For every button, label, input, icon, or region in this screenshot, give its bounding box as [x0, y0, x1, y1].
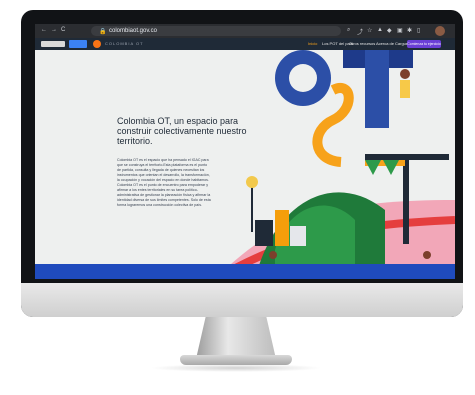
reload-icon[interactable]: C — [61, 27, 65, 33]
address-bar[interactable]: 🔒 colombiaot.gov.co — [91, 26, 341, 36]
crane-mast — [403, 154, 409, 244]
house-1 — [255, 220, 273, 246]
brand-text[interactable]: COLOMBIA OT — [105, 41, 144, 46]
pin-icon[interactable]: ✱ — [407, 27, 412, 34]
climber-head — [400, 69, 410, 79]
star-icon[interactable]: ☆ — [367, 27, 372, 34]
browser-chrome: ← → C 🔒 colombiaot.gov.co ⌕ ⤴ ☆ ▲ ◆ ▣ ✱ … — [35, 24, 455, 38]
extension-icon[interactable]: ◆ — [387, 27, 392, 34]
letter-t-stem — [365, 50, 389, 128]
drive-icon[interactable]: ▲ — [377, 27, 383, 33]
nav-inicio[interactable]: Inicio — [308, 41, 317, 46]
screen: ← → C 🔒 colombiaot.gov.co ⌕ ⤴ ☆ ▲ ◆ ▣ ✱ … — [35, 24, 455, 279]
climber-body — [400, 80, 410, 98]
cyclist-2-head — [423, 251, 431, 259]
igac-logo[interactable] — [69, 40, 87, 48]
start-exercise-button[interactable]: Comienza tu ejercicio — [407, 40, 441, 48]
puzzle-icon[interactable]: ▣ — [397, 27, 403, 34]
crane-arm — [365, 154, 449, 160]
house-2 — [275, 210, 289, 246]
cyclist-1-head — [269, 251, 277, 259]
address-text: colombiaot.gov.co — [109, 28, 157, 34]
flower-head — [246, 176, 258, 188]
nav-acerca[interactable]: Acerca de — [376, 41, 394, 46]
site-navbar: COLOMBIA OT Inicio Los POT del país Otro… — [35, 38, 455, 50]
monitor-shadow — [150, 364, 322, 372]
nav-otros[interactable]: Otros recursos — [349, 41, 375, 46]
hero-illustration — [215, 50, 455, 279]
avatar[interactable] — [435, 26, 445, 36]
share-icon[interactable]: ⤴ — [357, 27, 363, 36]
orange-swirl-shape — [312, 83, 354, 167]
tabs-icon[interactable]: ▯ — [417, 27, 420, 34]
hero-body: Colombia OT es el espacio que ha pensado… — [117, 158, 211, 207]
flower-stem — [251, 182, 253, 232]
monitor-stand-neck — [196, 317, 276, 359]
gov-logo[interactable] — [41, 41, 65, 47]
triangle-2 — [383, 160, 399, 175]
back-icon[interactable]: ← — [41, 27, 47, 33]
house-3 — [290, 226, 306, 246]
zoom-icon[interactable]: ⌕ — [347, 27, 350, 34]
monitor-stand-base — [180, 355, 292, 365]
footer-band — [35, 264, 455, 279]
triangle-1 — [365, 160, 381, 175]
forward-icon[interactable]: → — [51, 27, 57, 33]
monitor-chin — [21, 283, 463, 317]
lock-icon: 🔒 — [99, 29, 107, 35]
colombia-ot-logo[interactable] — [93, 40, 101, 48]
